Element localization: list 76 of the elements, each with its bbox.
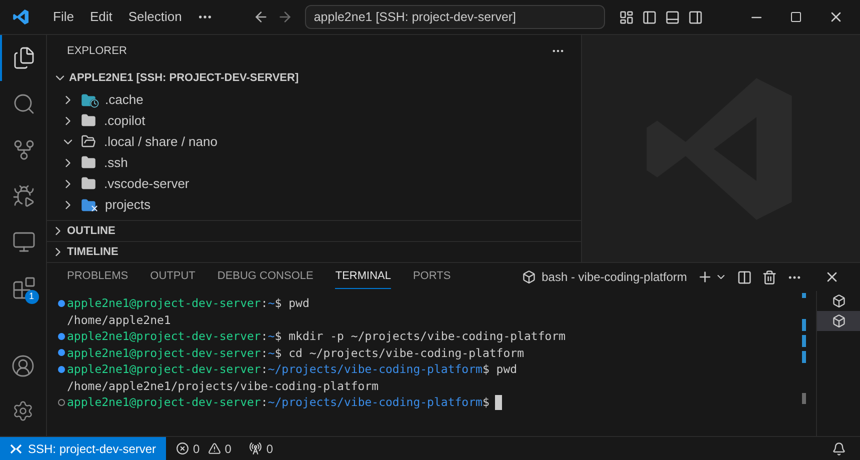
terminal-name[interactable]: bash - vibe-coding-platform	[542, 268, 687, 286]
folder-icon	[81, 113, 96, 128]
split-icon[interactable]	[737, 270, 752, 284]
maximize-icon[interactable]	[790, 11, 802, 23]
radio-tower-icon	[249, 442, 262, 455]
terminal-line: /home/apple2ne1/projects/vibe-coding-platform	[67, 378, 379, 394]
error-count[interactable]: 0	[193, 440, 200, 458]
folder-icon	[81, 176, 96, 191]
section-title: OUTLINE	[67, 224, 116, 239]
remote-icon	[10, 442, 22, 454]
section-header[interactable]: TIMELINE	[47, 241, 581, 262]
folder-name: .ssh	[104, 154, 128, 172]
vscode-logo-icon	[12, 8, 30, 26]
monitor-icon	[12, 230, 36, 254]
tree-item[interactable]: .copilot	[47, 110, 581, 131]
tree-item[interactable]: .vscode-server	[47, 173, 581, 194]
terminal-line: apple2ne1@project-dev-server:~$ pwd	[67, 295, 310, 312]
tree-item[interactable]: projects	[47, 194, 581, 215]
panel-tab[interactable]: TERMINAL	[335, 265, 391, 289]
menu-item[interactable]: File	[46, 7, 81, 27]
tree-item[interactable]: .local / share / nano	[47, 131, 581, 152]
folder-name: .local / share / nano	[104, 132, 218, 151]
tree-item[interactable]: .ssh	[47, 152, 581, 173]
menu-item[interactable]: Edit	[82, 7, 120, 27]
blocks-icon	[12, 276, 36, 300]
terminal-line: apple2ne1@project-dev-server:~$ cd ~/projects/vibe-coding-platform	[67, 344, 524, 361]
folder-clock-icon	[81, 92, 97, 106]
badge: 1	[24, 290, 38, 304]
terminal-line: apple2ne1@project-dev-server:~/projects/vibe-coding-platform$	[67, 394, 490, 410]
bug-play-icon	[12, 184, 36, 208]
trash-icon[interactable]	[762, 270, 777, 284]
panel-tab[interactable]: PORTS	[412, 265, 451, 289]
activity-item[interactable]: 1	[0, 265, 46, 311]
cube-icon	[522, 270, 536, 284]
folder-name: .copilot	[104, 112, 146, 130]
files-icon	[12, 46, 36, 70]
tree-root[interactable]: APPLE2NE1 [SSH: PROJECT-DEV-SERVER]	[47, 67, 581, 89]
menu-item[interactable]: Selection	[121, 7, 189, 27]
remote-indicator[interactable]: SSH: project-dev-server	[0, 437, 166, 460]
panel-right-icon[interactable]	[688, 10, 703, 24]
section-header[interactable]: OUTLINE	[47, 220, 581, 241]
tree-item[interactable]: .cache	[47, 89, 581, 110]
forward-arrow-icon[interactable]	[276, 9, 293, 25]
bell-icon[interactable]	[832, 442, 846, 456]
folder-icon	[81, 155, 96, 170]
root-folder-label: APPLE2NE1 [SSH: PROJECT-DEV-SERVER]	[69, 70, 299, 86]
section-title: TIMELINE	[67, 244, 118, 260]
layout-icon[interactable]	[618, 10, 634, 24]
panel-tab[interactable]: PROBLEMS	[67, 265, 128, 289]
search-icon	[12, 92, 36, 116]
account-icon[interactable]	[11, 354, 35, 378]
folder-name: projects	[105, 196, 151, 214]
plus-icon[interactable]	[697, 269, 713, 285]
ports-count[interactable]: 0	[266, 440, 274, 458]
terminal-line: /home/apple2ne1	[67, 312, 171, 328]
folder-name: .cache	[105, 90, 144, 109]
panel-bottom-icon[interactable]	[664, 10, 680, 24]
error-icon	[176, 442, 190, 455]
terminal-tab[interactable]	[817, 311, 860, 331]
open-folder-icon	[81, 134, 96, 149]
settings-icon[interactable]	[12, 400, 34, 422]
terminal-line: apple2ne1@project-dev-server:~$ mkdir -p ~/projects/vibe-coding-platform	[67, 328, 566, 344]
panel-left-icon[interactable]	[642, 10, 657, 24]
panel-tab[interactable]: DEBUG CONSOLE	[217, 265, 314, 289]
warning-icon	[208, 442, 221, 455]
panel-tab[interactable]: OUTPUT	[150, 265, 196, 289]
warning-count[interactable]: 0	[224, 440, 232, 458]
branch-icon	[12, 138, 36, 162]
folder-name: .vscode-server	[104, 174, 190, 193]
folder-x-icon	[81, 198, 97, 212]
terminal-line: apple2ne1@project-dev-server:~/projects/vibe-coding-platform$ pwd	[67, 361, 518, 378]
command-center-field[interactable]: apple2ne1 [SSH: project-dev-server]	[304, 5, 605, 29]
back-arrow-icon[interactable]	[252, 9, 269, 25]
sidebar-title: EXPLORER	[67, 44, 127, 59]
cube-icon	[832, 294, 846, 308]
cube-icon	[832, 314, 846, 328]
